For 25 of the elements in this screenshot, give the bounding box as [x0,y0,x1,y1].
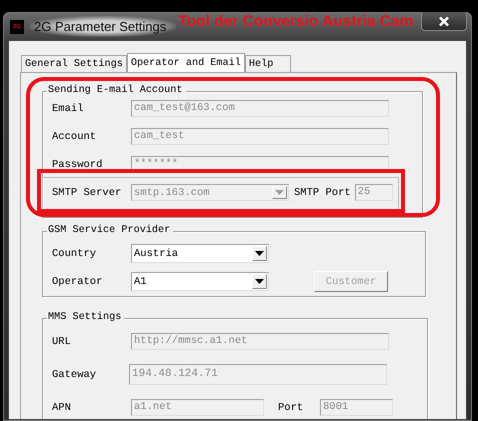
dropdown[interactable]: A1 [131,272,269,291]
group-title: MMS Settings [47,312,124,324]
annotation-text: Tool der Conversio Austria Cam [178,12,414,30]
dropdown[interactable]: Austria [131,244,269,263]
tab[interactable]: Operator and Email [126,53,245,73]
group-title: Sending E-mail Account [47,85,186,97]
dropdown-arrow-icon [275,190,284,195]
field-label: Account [52,130,98,142]
field-label: URL [52,336,72,348]
close-button[interactable] [421,12,467,31]
field-label: Gateway [52,368,98,380]
field-label: APN [52,402,72,414]
field-label: Password [52,158,104,170]
field-label: Port [278,402,304,414]
close-icon [438,16,450,26]
field-label: SMTP Server [52,186,122,198]
window-title: 2G Parameter Settings [30,16,176,37]
field-label: Email [52,102,85,114]
dropdown-arrow-icon [255,279,264,284]
dropdown-arrow-icon [255,251,264,256]
tab[interactable]: Help [244,55,291,72]
field-label: SMTP Port [294,186,351,198]
tab[interactable]: General Settings [21,55,127,72]
field-label: Country [52,248,98,260]
field-label: Operator [52,276,104,288]
